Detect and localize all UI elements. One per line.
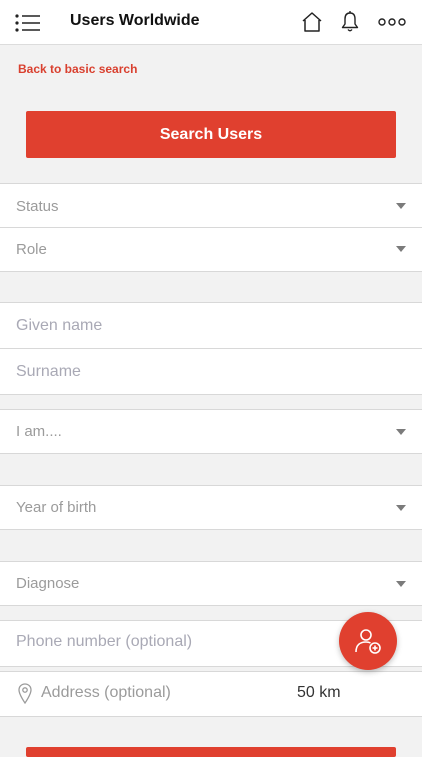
- chevron-down-icon: [396, 429, 406, 435]
- diagnose-label: Diagnose: [16, 575, 80, 592]
- chevron-down-icon: [396, 581, 406, 587]
- address-field[interactable]: Address (optional) 50 km: [0, 671, 422, 717]
- chevron-down-icon: [396, 246, 406, 252]
- diagnose-select[interactable]: Diagnose: [0, 561, 422, 606]
- role-label: Role: [16, 241, 47, 258]
- status-select[interactable]: Status: [0, 183, 422, 228]
- top-bar: Users Worldwide: [0, 0, 422, 45]
- role-select[interactable]: Role: [0, 227, 422, 272]
- chevron-down-icon: [396, 505, 406, 511]
- page-title: Users Worldwide: [70, 12, 200, 29]
- location-pin-icon: [18, 683, 32, 705]
- add-user-button[interactable]: [339, 612, 397, 670]
- chevron-down-icon: [396, 203, 406, 209]
- i-am-label: I am....: [16, 423, 62, 440]
- address-placeholder: Address (optional): [41, 684, 171, 701]
- i-am-select[interactable]: I am....: [0, 409, 422, 454]
- search-users-button[interactable]: Search Users: [26, 111, 396, 158]
- surname-placeholder: Surname: [16, 363, 81, 380]
- bell-icon[interactable]: [339, 10, 361, 34]
- year-of-birth-select[interactable]: Year of birth: [0, 485, 422, 530]
- phone-placeholder: Phone number (optional): [16, 633, 193, 650]
- add-user-icon: [355, 629, 381, 654]
- year-of-birth-label: Year of birth: [16, 499, 97, 516]
- distance-select[interactable]: 50 km: [297, 684, 341, 702]
- more-icon[interactable]: [378, 14, 406, 30]
- given-name-placeholder: Given name: [16, 317, 103, 334]
- status-label: Status: [16, 198, 59, 215]
- given-name-field[interactable]: Given name: [0, 302, 422, 349]
- home-icon[interactable]: [300, 10, 324, 34]
- surname-field[interactable]: Surname: [0, 348, 422, 395]
- bottom-action-button[interactable]: [26, 747, 396, 757]
- menu-icon[interactable]: [14, 12, 44, 34]
- back-to-basic-search-link[interactable]: Back to basic search: [18, 62, 137, 76]
